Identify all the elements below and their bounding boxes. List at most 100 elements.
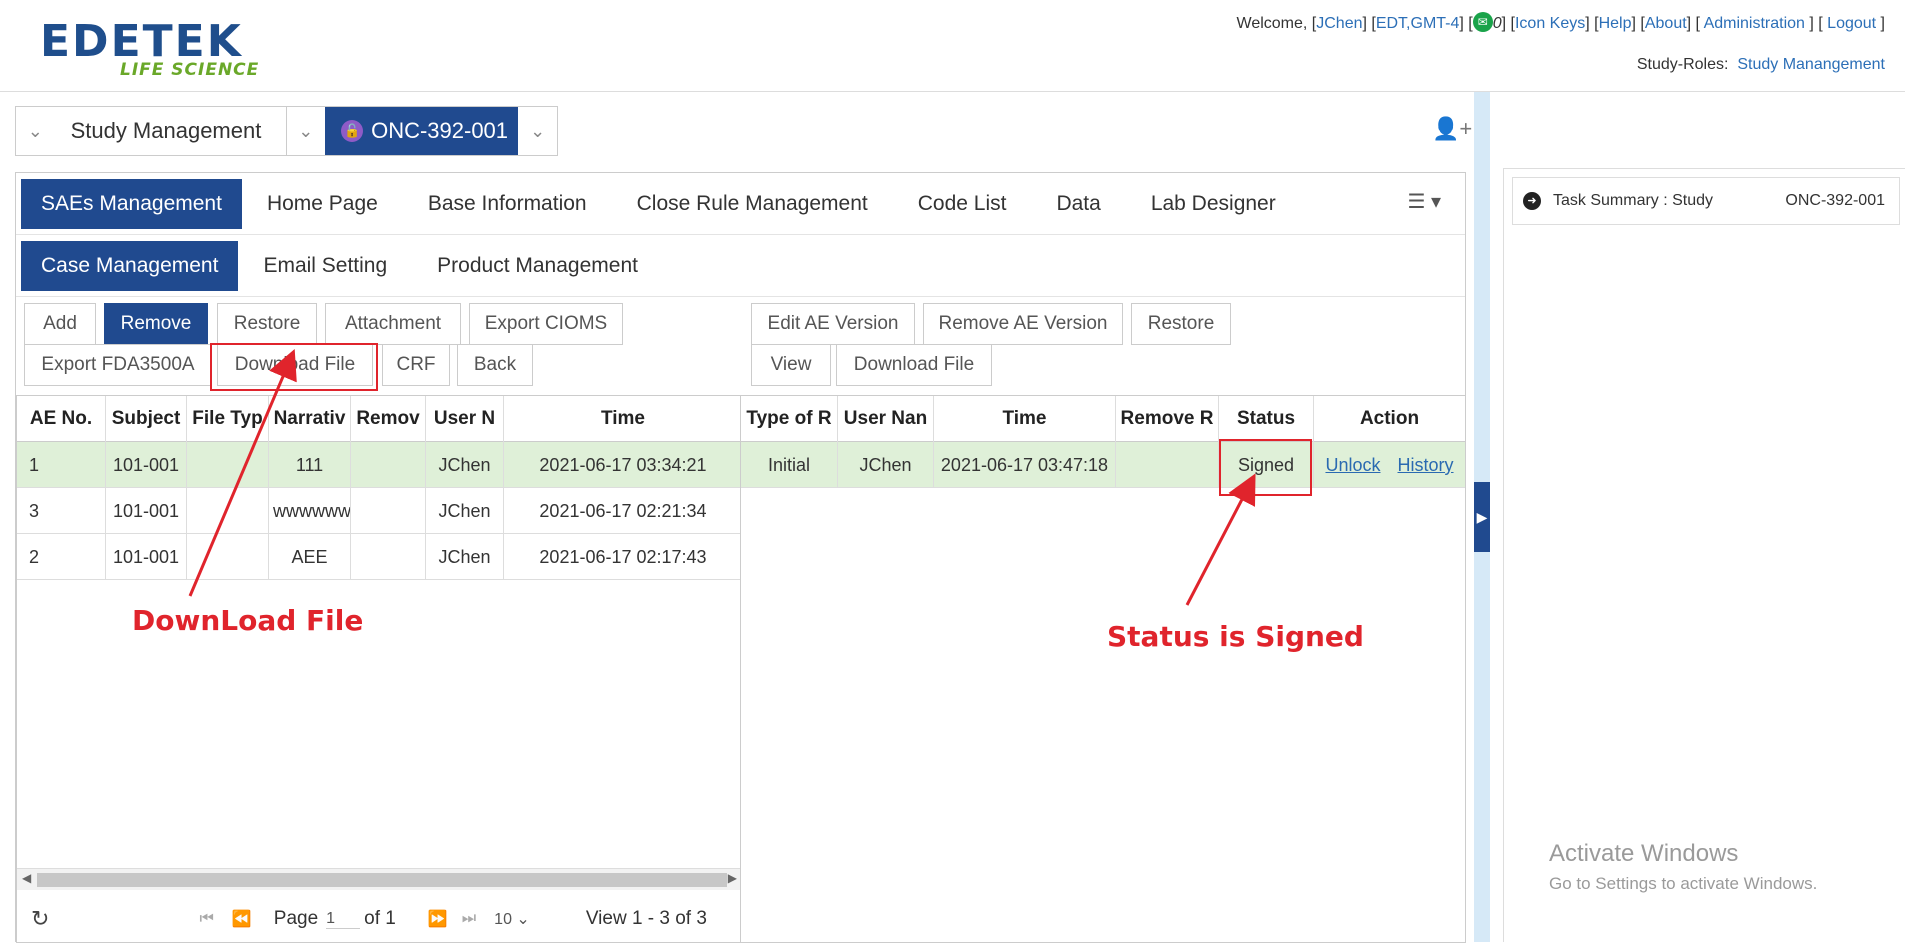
panel-splitter[interactable]: ▶ — [1474, 92, 1490, 942]
export-cioms-button[interactable]: Export CIOMS — [469, 303, 623, 345]
column-header[interactable]: Time — [934, 396, 1116, 442]
scroll-right-icon[interactable]: ▶ — [728, 871, 737, 885]
table-header: Type of R User Nan Time Remove R Status … — [741, 396, 1465, 442]
add-button[interactable]: Add — [24, 303, 96, 345]
chevron-down-icon[interactable]: ⌄ — [518, 107, 557, 155]
first-page-icon[interactable]: ⏮ — [199, 910, 213, 928]
restore-button[interactable]: Restore — [217, 303, 317, 345]
ae-version-table: Type of R User Nan Time Remove R Status … — [741, 395, 1466, 943]
cell — [187, 488, 269, 534]
timezone-link[interactable]: EDT,GMT-4 — [1376, 15, 1460, 32]
scroll-left-icon[interactable]: ◀ — [22, 871, 31, 885]
page-size-select[interactable]: 10 ⌄ — [494, 909, 530, 929]
column-header[interactable]: AE No. — [17, 396, 106, 442]
column-header[interactable]: Type of R — [741, 396, 838, 442]
unlock-icon: 🔓 — [341, 120, 364, 142]
table-row[interactable]: 3 101-001 wwwwww JChen 2021-06-17 02:21:… — [17, 488, 740, 534]
download-file-version-button[interactable]: Download File — [836, 344, 992, 386]
column-header[interactable]: Subject — [106, 396, 187, 442]
about-link[interactable]: About — [1645, 15, 1687, 32]
cell: Initial — [741, 442, 838, 488]
study-roles: Study-Roles: Study Manangement — [1637, 56, 1885, 74]
page-input[interactable]: 1 — [326, 910, 361, 929]
remove-ae-version-button[interactable]: Remove AE Version — [923, 303, 1123, 345]
last-page-icon[interactable]: ⏭ — [462, 910, 476, 928]
cell: 101-001 — [106, 488, 187, 534]
prev-page-icon[interactable]: ⏪ — [232, 909, 252, 929]
crf-button[interactable]: CRF — [382, 344, 450, 386]
column-header[interactable]: File Typ — [187, 396, 269, 442]
page-size-value: 10 — [494, 911, 512, 928]
cell — [1116, 442, 1219, 488]
mail-icon[interactable]: ✉ — [1472, 12, 1493, 32]
unlock-link[interactable]: Unlock — [1325, 455, 1380, 475]
tab-email-setting[interactable]: Email Setting — [238, 241, 412, 291]
column-header[interactable]: Status — [1219, 396, 1314, 442]
tab-data[interactable]: Data — [1031, 179, 1125, 229]
tab-code-list[interactable]: Code List — [893, 179, 1032, 229]
attachment-button[interactable]: Attachment — [325, 303, 461, 345]
arrow-right-circle-icon: ➜ — [1523, 192, 1541, 210]
logo-text: EDETEK — [40, 16, 243, 67]
study-selector[interactable]: Study Management — [55, 107, 287, 155]
tab-case-management[interactable]: Case Management — [21, 240, 239, 291]
help-link[interactable]: Help — [1599, 15, 1632, 32]
app-header: EDETEK LIFE SCIENCE Welcome, [JChen] [ED… — [0, 0, 1905, 92]
cell: 101-001 — [106, 534, 187, 580]
back-button[interactable]: Back — [457, 344, 533, 386]
administration-link[interactable]: Administration — [1704, 15, 1805, 32]
column-header[interactable]: Time — [504, 396, 740, 442]
tab-close-rule-management[interactable]: Close Rule Management — [612, 179, 893, 229]
icon-keys-link[interactable]: Icon Keys — [1515, 15, 1585, 32]
column-header[interactable]: Narrativ — [269, 396, 351, 442]
next-page-icon[interactable]: ⏩ — [428, 909, 448, 929]
column-header[interactable]: User N — [426, 396, 504, 442]
roles-link[interactable]: Study Manangement — [1737, 56, 1885, 73]
cell — [187, 534, 269, 580]
expand-panel-icon[interactable]: ▶ — [1474, 482, 1490, 552]
restore-version-button[interactable]: Restore — [1131, 303, 1231, 345]
cell: AEE — [269, 534, 351, 580]
cell: 2021-06-17 03:47:18 — [934, 442, 1116, 488]
task-summary-panel: ➜ Task Summary : Study ONC-392-001 — [1503, 168, 1905, 942]
tab-saes-management[interactable]: SAEs Management — [21, 178, 242, 229]
history-link[interactable]: History — [1398, 455, 1454, 475]
task-summary-header[interactable]: ➜ Task Summary : Study ONC-392-001 — [1512, 177, 1900, 225]
table-header: AE No. Subject File Typ Narrativ Remov U… — [17, 396, 740, 442]
remove-button[interactable]: Remove — [104, 303, 208, 345]
status-highlight-box — [1219, 439, 1312, 496]
refresh-icon[interactable]: ↻ — [31, 906, 49, 932]
cell: 3 — [17, 488, 106, 534]
column-header[interactable]: Action — [1314, 396, 1465, 442]
table-row[interactable]: 2 101-001 AEE JChen 2021-06-17 02:17:43 — [17, 534, 740, 580]
table-row[interactable]: 1 101-001 111 JChen 2021-06-17 03:34:21 — [17, 442, 740, 488]
add-user-icon[interactable]: 👤+ — [1432, 116, 1472, 142]
horizontal-scrollbar[interactable]: ◀ ▶ — [17, 868, 740, 890]
tab-product-management[interactable]: Product Management — [412, 241, 663, 291]
user-link[interactable]: JChen — [1316, 15, 1362, 32]
column-header[interactable]: User Nan — [838, 396, 934, 442]
cell — [187, 442, 269, 488]
tab-home-page[interactable]: Home Page — [242, 179, 403, 229]
logout-link[interactable]: Logout — [1827, 15, 1876, 32]
cell: 1 — [17, 442, 106, 488]
view-button[interactable]: View — [751, 344, 831, 386]
main-panel: SAEs Management Home Page Base Informati… — [15, 172, 1466, 943]
column-header[interactable]: Remove R — [1116, 396, 1219, 442]
chevron-down-icon[interactable]: ⌄ — [287, 107, 326, 155]
cell: wwwwww — [269, 488, 351, 534]
menu-list-icon[interactable]: ☰ ▾ — [1407, 189, 1441, 214]
project-selector[interactable]: 🔓 ONC-392-001 — [325, 107, 519, 155]
table-row[interactable]: Initial JChen 2021-06-17 03:47:18 Signed… — [741, 442, 1465, 488]
tab-base-information[interactable]: Base Information — [403, 179, 612, 229]
edetek-logo: EDETEK LIFE SCIENCE — [40, 20, 280, 84]
chevron-down-icon[interactable]: ⌄ — [16, 107, 55, 155]
tab-lab-designer[interactable]: Lab Designer — [1126, 179, 1301, 229]
edit-ae-version-button[interactable]: Edit AE Version — [751, 303, 915, 345]
watermark-subtitle: Go to Settings to activate Windows. — [1549, 874, 1818, 893]
welcome-text: Welcome, — [1236, 15, 1312, 32]
scrollbar-thumb[interactable] — [37, 873, 727, 887]
column-header[interactable]: Remov — [351, 396, 426, 442]
cell: 2021-06-17 02:17:43 — [539, 547, 707, 567]
export-fda3500a-button[interactable]: Export FDA3500A — [24, 344, 212, 386]
